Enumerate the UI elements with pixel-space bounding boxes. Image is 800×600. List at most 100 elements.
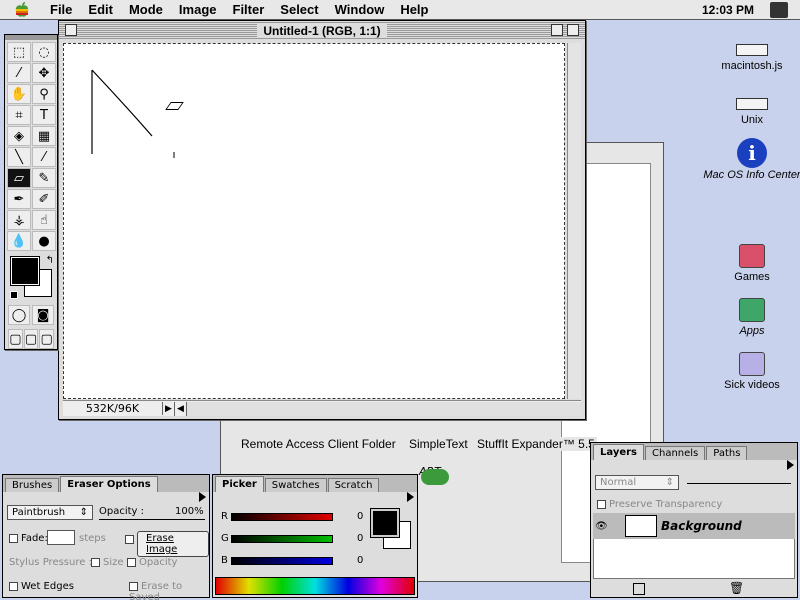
- green-slider[interactable]: [231, 535, 333, 543]
- application-menu-icon[interactable]: [770, 2, 788, 18]
- fade-checkbox[interactable]: Fade:: [9, 533, 48, 544]
- palette-menu-arrow-icon[interactable]: [199, 492, 206, 502]
- blue-slider[interactable]: [231, 557, 333, 565]
- red-slider[interactable]: [231, 513, 333, 521]
- blend-mode-select[interactable]: Normal ⇕: [595, 475, 679, 490]
- hand-tool-icon[interactable]: ✋: [7, 84, 31, 104]
- tab-eraser-options[interactable]: Eraser Options: [60, 476, 158, 492]
- image-canvas[interactable]: [63, 43, 565, 399]
- palette-menu-arrow-icon[interactable]: [787, 460, 794, 470]
- new-layer-icon[interactable]: [633, 583, 645, 595]
- type-tool-icon[interactable]: T: [32, 105, 56, 125]
- tab-paths[interactable]: Paths: [706, 446, 748, 460]
- swap-colors-icon[interactable]: ↰: [46, 255, 54, 266]
- finder-item-simpletext[interactable]: SimpleText: [407, 437, 470, 451]
- channel-g-value[interactable]: 0: [357, 533, 363, 544]
- default-colors-icon[interactable]: [10, 291, 18, 299]
- airbrush-tool-icon[interactable]: ✒: [7, 189, 31, 209]
- move-tool-icon[interactable]: ✥: [32, 63, 56, 83]
- status-arrow-icon[interactable]: ▶: [163, 401, 175, 416]
- menu-file[interactable]: File: [42, 2, 80, 17]
- zoom-box-icon[interactable]: [551, 24, 563, 36]
- document-titlebar[interactable]: Untitled-1 (RGB, 1:1): [59, 21, 585, 40]
- eraser-tool-icon[interactable]: ▱: [7, 168, 31, 188]
- finder-item-remote-access[interactable]: Remote Access Client Folder: [239, 437, 398, 451]
- preserve-transparency-checkbox[interactable]: Preserve Transparency: [597, 499, 722, 510]
- screen-mode-full-icon[interactable]: ▢: [39, 329, 55, 349]
- tab-picker[interactable]: Picker: [215, 476, 264, 492]
- quick-mask-mode-icon[interactable]: ◙: [32, 305, 54, 325]
- desktop-icon-apps[interactable]: Apps: [714, 298, 790, 337]
- close-box-icon[interactable]: [65, 24, 77, 36]
- info-icon: i: [737, 138, 767, 168]
- lasso-tool-icon[interactable]: ◌: [32, 42, 56, 62]
- menu-mode[interactable]: Mode: [121, 2, 171, 17]
- menu-edit[interactable]: Edit: [80, 2, 121, 17]
- erase-image-button[interactable]: Erase Image: [137, 531, 209, 557]
- stylus-size-checkbox[interactable]: Size: [91, 557, 124, 568]
- paint-bucket-tool-icon[interactable]: ◈: [7, 126, 31, 146]
- tab-channels[interactable]: Channels: [645, 446, 706, 460]
- tab-brushes[interactable]: Brushes: [5, 478, 60, 492]
- channel-b-value[interactable]: 0: [357, 555, 363, 566]
- magic-wand-tool-icon[interactable]: ⁄: [7, 63, 31, 83]
- blur-tool-icon[interactable]: 💧: [7, 231, 31, 251]
- eyedropper-tool-icon[interactable]: ⁄: [32, 147, 56, 167]
- eraser-mode-select[interactable]: Paintbrush ⇕: [7, 505, 93, 520]
- screen-mode-standard-icon[interactable]: ▢: [8, 329, 23, 349]
- desktop-icon-unix[interactable]: Unix: [714, 98, 790, 126]
- menu-help[interactable]: Help: [392, 2, 436, 17]
- menu-window[interactable]: Window: [327, 2, 393, 17]
- screen-mode-full-menu-icon[interactable]: ▢: [23, 329, 39, 349]
- layer-row-background[interactable]: 👁 Background: [593, 513, 795, 539]
- foreground-color-swatch[interactable]: [10, 256, 40, 286]
- color-spectrum-bar[interactable]: [215, 577, 415, 595]
- desktop-icon-info-center[interactable]: i Mac OS Info Center: [700, 138, 800, 181]
- menu-select[interactable]: Select: [272, 2, 326, 17]
- paintbrush-tool-icon[interactable]: ✐: [32, 189, 56, 209]
- finder-item-stuffit[interactable]: StuffIt Expander™ 5.5: [475, 437, 597, 451]
- trash-icon[interactable]: 🗑: [729, 581, 744, 595]
- desktop-icon-sick-videos[interactable]: Sick videos: [714, 352, 790, 391]
- collapse-box-icon[interactable]: [567, 24, 579, 36]
- marquee-tool-icon[interactable]: ⬚: [7, 42, 31, 62]
- fade-steps-input[interactable]: [47, 530, 75, 545]
- menu-image[interactable]: Image: [171, 2, 225, 17]
- horizontal-scrollbar[interactable]: [187, 401, 581, 416]
- pencil-tool-icon[interactable]: ✎: [32, 168, 56, 188]
- document-window[interactable]: Untitled-1 (RGB, 1:1) 532K/96K ▶ ◀: [58, 20, 586, 420]
- picker-foreground-swatch[interactable]: [370, 508, 400, 538]
- line-tool-icon[interactable]: ╲: [7, 147, 31, 167]
- stepper-icon: ⇕: [79, 507, 88, 518]
- tab-swatches[interactable]: Swatches: [264, 478, 327, 492]
- rubber-stamp-tool-icon[interactable]: ⚶: [7, 210, 31, 230]
- opacity-value[interactable]: 100%: [175, 506, 204, 517]
- smudge-tool-icon[interactable]: ☝: [32, 210, 56, 230]
- crop-tool-icon[interactable]: ⌗: [7, 105, 31, 125]
- palette-menu-arrow-icon[interactable]: [407, 492, 414, 502]
- erase-image-checkbox[interactable]: [125, 532, 137, 545]
- color-picker-palette: Picker Swatches Scratch R 0 G 0 B 0: [212, 474, 418, 598]
- zoom-tool-icon[interactable]: ⚲: [32, 84, 56, 104]
- burn-tool-icon[interactable]: ●: [32, 231, 56, 251]
- apple-menu-icon[interactable]: [12, 1, 32, 18]
- tab-scratch[interactable]: Scratch: [327, 478, 380, 492]
- vertical-scrollbar[interactable]: [567, 43, 581, 399]
- eye-icon[interactable]: 👁: [595, 521, 609, 532]
- scroll-left-arrow-icon[interactable]: ◀: [175, 401, 187, 416]
- standard-mode-icon[interactable]: ◯: [8, 305, 30, 325]
- tab-layers[interactable]: Layers: [593, 444, 644, 460]
- gradient-tool-icon[interactable]: ▦: [32, 126, 56, 146]
- layer-opacity-slider[interactable]: [687, 483, 791, 484]
- stylus-opacity-checkbox[interactable]: Opacity: [127, 557, 177, 568]
- layers-palette: Layers Channels Paths Normal ⇕ Preserve T…: [590, 442, 798, 598]
- desktop-icon-games[interactable]: Games: [714, 244, 790, 283]
- desktop-icon-macintosh[interactable]: macintosh.js: [714, 44, 790, 72]
- erase-to-saved-checkbox[interactable]: Erase to Saved: [129, 581, 209, 600]
- document-size[interactable]: 532K/96K: [63, 402, 163, 415]
- menu-clock[interactable]: 12:03 PM: [702, 3, 754, 17]
- channel-r-value[interactable]: 0: [357, 511, 363, 522]
- opacity-slider[interactable]: [99, 519, 205, 520]
- wet-edges-checkbox[interactable]: Wet Edges: [9, 581, 74, 592]
- menu-filter[interactable]: Filter: [225, 2, 273, 17]
